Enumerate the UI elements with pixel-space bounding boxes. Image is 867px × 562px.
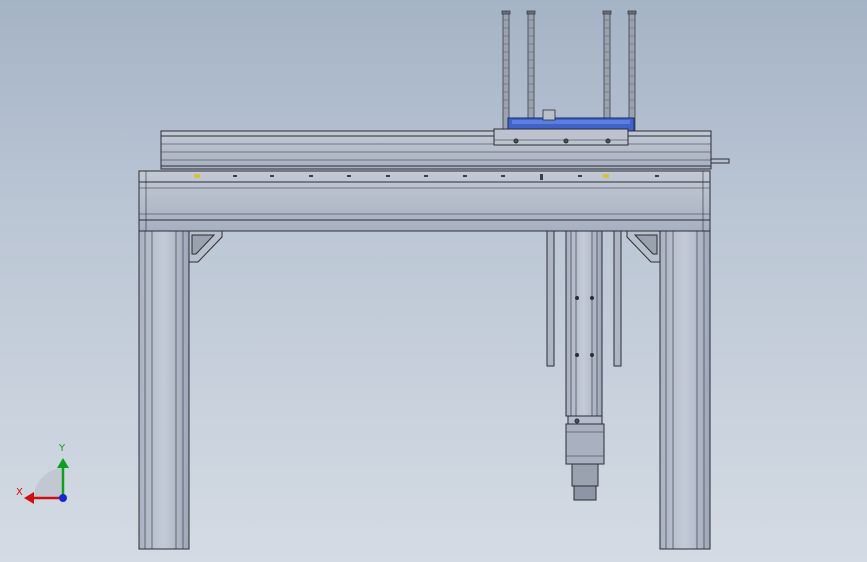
main-beam (138, 170, 711, 232)
cad-viewport[interactable]: Y X (0, 0, 867, 562)
gantry-model[interactable] (0, 0, 867, 562)
right-leg (659, 230, 711, 550)
x-axis-arrowhead (24, 492, 34, 504)
triad-y-label: Y (59, 443, 66, 454)
threaded-rods (501, 10, 637, 132)
upper-linear-module (160, 128, 730, 170)
z-axis-dot (59, 494, 67, 502)
triad-x-label: X (16, 487, 23, 498)
left-leg (138, 230, 190, 550)
z-axis-module (565, 230, 605, 501)
y-axis-arrowhead (57, 458, 69, 468)
coordinate-triad (24, 458, 69, 504)
